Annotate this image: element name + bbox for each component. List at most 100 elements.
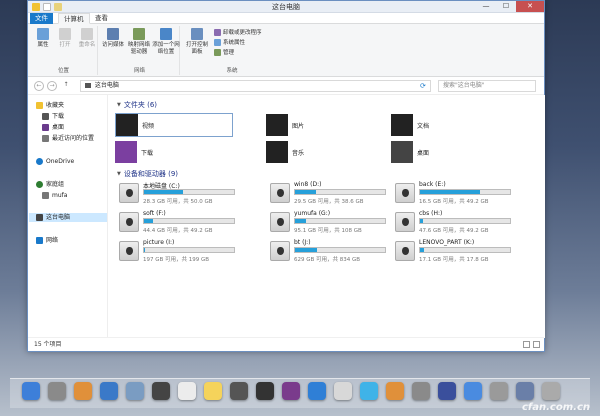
dock — [10, 378, 590, 408]
system-preferences-icon[interactable] — [48, 382, 66, 400]
sidebar-item-this-pc[interactable]: 这台电脑 — [29, 213, 107, 222]
folder-item-documents[interactable]: 文档 — [391, 113, 509, 137]
sidebar-item-onedrive[interactable]: OneDrive — [36, 157, 74, 166]
sidebar-item-mufa[interactable]: mufa — [42, 191, 67, 200]
item-count: 15 个项目 — [34, 341, 62, 348]
sidebar-item-favorites[interactable]: 收藏夹 — [36, 101, 64, 110]
close-button[interactable]: ✕ — [516, 1, 544, 12]
sidebar-item-network[interactable]: 网络 — [36, 236, 58, 245]
sync-icon[interactable] — [412, 382, 430, 400]
quicktime-icon[interactable] — [152, 382, 170, 400]
folder-icon[interactable] — [516, 382, 534, 400]
address-field[interactable]: 这台电脑 — [80, 80, 431, 92]
drive-item-g[interactable]: yumufa (G:) 95.1 GB 可用，共 108 GB — [266, 210, 386, 236]
window-controls: — ☐ ✕ — [476, 1, 544, 12]
manage-button[interactable]: 管理 — [214, 48, 234, 56]
app-store-icon[interactable] — [308, 382, 326, 400]
add-network-location-button[interactable]: 添加一个网络位置 — [152, 28, 180, 56]
sidebar-item-recent[interactable]: 最近访问的位置 — [42, 134, 94, 143]
minimize-button[interactable]: — — [476, 1, 496, 12]
usage-bar — [419, 218, 511, 224]
itunes-icon[interactable] — [438, 382, 456, 400]
map-network-drive-button[interactable]: 映射网络驱动器 — [126, 28, 152, 56]
tab-view[interactable]: 查看 — [90, 13, 113, 24]
app-icon[interactable] — [230, 382, 248, 400]
usage-fill — [144, 248, 145, 252]
drive-item-d[interactable]: win8 (D:) 29.5 GB 可用，共 38.6 GB — [266, 181, 386, 207]
rename-button[interactable]: 重命名 — [76, 28, 98, 49]
grapher-icon[interactable] — [126, 382, 144, 400]
view-switcher — [523, 341, 540, 348]
folders-heading[interactable]: ▼ 文件夹 (6) — [117, 100, 157, 110]
open-icon — [59, 28, 71, 40]
folder-item-music[interactable]: 音乐 — [266, 140, 384, 164]
search-input[interactable]: 搜索"这台电脑" — [438, 80, 536, 92]
settings-icon[interactable] — [490, 382, 508, 400]
textedit-icon[interactable] — [178, 382, 196, 400]
folder-item-videos[interactable]: 视频 — [115, 113, 233, 137]
icloud-icon[interactable] — [334, 382, 352, 400]
drive-item-c[interactable]: 本地磁盘 (C:) 28.3 GB 可用，共 50.0 GB — [115, 181, 235, 207]
tab-computer[interactable]: 计算机 — [58, 13, 90, 24]
drive-item-f[interactable]: soft (F:) 44.4 GB 可用，共 49.2 GB — [115, 210, 235, 236]
ribbon-group-label: 系统 — [226, 68, 238, 74]
folder-item-desktop[interactable]: 桌面 — [391, 140, 509, 164]
drive-item-k[interactable]: LENOVO_PART (K:) 17.1 GB 可用，共 17.8 GB — [391, 239, 511, 265]
folder-item-pictures[interactable]: 图片 — [266, 113, 384, 137]
app-store-2-icon[interactable] — [464, 382, 482, 400]
drives-heading[interactable]: ▼ 设备和驱动器 (9) — [117, 169, 178, 179]
forward-button[interactable]: → — [47, 81, 57, 91]
collapse-arrow-icon: ▼ — [117, 102, 121, 108]
usage-bar — [143, 247, 235, 253]
video-folder-icon — [116, 114, 138, 136]
maximize-button[interactable]: ☐ — [496, 1, 516, 12]
tiles-view-icon[interactable] — [533, 341, 540, 348]
trash-icon[interactable] — [542, 382, 560, 400]
music-icon[interactable] — [360, 382, 378, 400]
sidebar-item-desktop[interactable]: 桌面 — [42, 123, 64, 132]
music-folder-icon — [266, 141, 288, 163]
explorer-window: 这台电脑 — ☐ ✕ 文件 计算机 查看 属性 打开 重命名 位置 访问媒体 映… — [27, 0, 545, 352]
notes-icon[interactable] — [204, 382, 222, 400]
details-view-icon[interactable] — [523, 341, 530, 348]
drive-item-h[interactable]: cbs (H:) 47.6 GB 可用，共 49.2 GB — [391, 210, 511, 236]
up-button[interactable]: ↑ — [61, 81, 71, 91]
access-media-button[interactable]: 访问媒体 — [100, 28, 126, 49]
terminal-icon[interactable] — [256, 382, 274, 400]
xcode-icon[interactable] — [100, 382, 118, 400]
folder-item-downloads[interactable]: 下载 — [115, 140, 233, 164]
ribbon-group-location: 属性 打开 重命名 位置 — [30, 26, 98, 75]
usage-bar — [294, 218, 386, 224]
back-button[interactable]: ← — [34, 81, 44, 91]
tools-icon[interactable] — [386, 382, 404, 400]
star-icon — [36, 102, 43, 109]
apple-drive-icon — [270, 241, 290, 261]
sidebar-item-homegroup[interactable]: 家庭组 — [36, 180, 64, 189]
system-properties-button[interactable]: 系统属性 — [214, 38, 245, 46]
usage-bar — [419, 189, 511, 195]
sidebar-item-downloads[interactable]: 下载 — [42, 112, 64, 121]
drive-item-i[interactable]: picture (I:) 197 GB 可用，共 199 GB — [115, 239, 235, 265]
properties-button[interactable]: 属性 — [32, 28, 54, 49]
usage-fill — [420, 190, 480, 194]
apple-drive-icon — [395, 241, 415, 261]
usage-fill — [295, 190, 317, 194]
ribbon-group-network: 访问媒体 映射网络驱动器 添加一个网络位置 网络 — [100, 26, 180, 75]
desktop-folder-icon — [391, 141, 413, 163]
finder-icon[interactable] — [22, 382, 40, 400]
usage-bar — [294, 189, 386, 195]
status-bar: 15 个项目 — [28, 337, 544, 351]
refresh-icon[interactable]: ⟳ — [420, 82, 426, 90]
network-drive-icon — [133, 28, 145, 40]
open-control-panel-button[interactable]: 打开控制面板 — [184, 28, 210, 56]
watermark: cfan.com.cn — [521, 402, 590, 413]
drive-item-j[interactable]: bt (J:) 629 GB 可用，共 834 GB — [266, 239, 386, 265]
uninstall-program-button[interactable]: 卸载或更改程序 — [214, 28, 262, 36]
open-button[interactable]: 打开 — [54, 28, 76, 49]
photos-icon[interactable] — [74, 382, 92, 400]
x-app-icon[interactable] — [282, 382, 300, 400]
tab-file[interactable]: 文件 — [30, 13, 53, 24]
usage-bar — [143, 218, 235, 224]
usage-fill — [144, 219, 153, 223]
drive-item-e[interactable]: back (E:) 16.5 GB 可用，共 49.2 GB — [391, 181, 511, 207]
